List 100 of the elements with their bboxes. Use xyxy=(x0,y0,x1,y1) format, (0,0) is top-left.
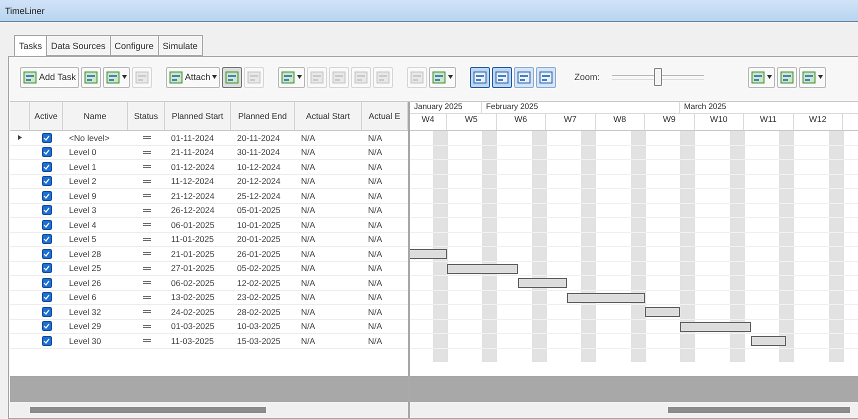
date-cell: 30-11-2024 xyxy=(237,147,280,158)
toolbar-button[interactable] xyxy=(776,66,797,88)
tab[interactable]: Configure xyxy=(110,35,159,56)
status-icon xyxy=(142,194,150,198)
date-cell: 11-01-2025 xyxy=(171,234,214,244)
checkbox[interactable] xyxy=(42,205,52,216)
window-icon xyxy=(539,70,554,84)
column-header[interactable]: Active xyxy=(34,111,58,121)
checkbox[interactable] xyxy=(42,321,52,332)
column-header[interactable]: Status xyxy=(134,111,158,121)
toolbar-button[interactable] xyxy=(80,66,101,88)
checkbox[interactable] xyxy=(42,220,52,230)
caret-icon xyxy=(448,75,454,79)
tab[interactable]: Data Sources xyxy=(46,35,111,56)
checkbox[interactable] xyxy=(42,132,52,143)
checkbox[interactable] xyxy=(42,162,52,172)
checkbox[interactable] xyxy=(42,248,52,259)
date-cell: 11-03-2025 xyxy=(171,336,214,346)
date-cell: 15-03-2025 xyxy=(237,336,280,346)
window-icon xyxy=(134,70,149,84)
date-cell: 13-02-2025 xyxy=(171,292,214,302)
date-cell: 01-12-2024 xyxy=(171,162,214,172)
window-icon xyxy=(517,70,532,84)
table-cell: N/A xyxy=(368,263,382,274)
dropdown-button[interactable] xyxy=(798,66,826,88)
month-label: January 2025 xyxy=(414,102,462,111)
checkbox[interactable] xyxy=(42,263,52,274)
status-icon xyxy=(142,310,150,314)
month-label: March 2025 xyxy=(684,102,726,111)
column-header[interactable]: Planned Start xyxy=(172,111,224,121)
date-cell: 11-12-2024 xyxy=(171,176,214,186)
tab[interactable]: Simulate xyxy=(158,35,203,56)
dropdown-button[interactable] xyxy=(748,66,775,88)
table-cell: N/A xyxy=(301,234,316,244)
task-name: Level 9 xyxy=(69,190,96,201)
status-icon xyxy=(142,266,150,270)
week-label: W11 xyxy=(760,114,777,124)
task-bar[interactable] xyxy=(446,264,518,274)
table-cell: N/A xyxy=(368,306,382,317)
toolbar-button[interactable]: Attach xyxy=(166,66,220,88)
window-icon xyxy=(495,70,510,84)
checkbox[interactable] xyxy=(42,278,52,288)
dropdown-button[interactable] xyxy=(278,66,306,88)
task-bar[interactable] xyxy=(751,336,786,346)
date-cell: 12-02-2025 xyxy=(237,278,280,288)
table-cell: N/A xyxy=(301,336,316,346)
slider-thumb[interactable] xyxy=(654,68,662,86)
scrollbar-thumb[interactable] xyxy=(668,407,850,413)
week-label: W12 xyxy=(809,114,826,124)
table-cell: N/A xyxy=(368,248,382,259)
date-cell: 23-02-2025 xyxy=(237,292,280,302)
view-button[interactable] xyxy=(514,66,534,88)
zoom-slider[interactable] xyxy=(612,68,704,86)
view-button[interactable] xyxy=(536,66,556,88)
window-icon xyxy=(354,70,368,84)
dropdown-button[interactable] xyxy=(102,66,130,88)
toolbar-button[interactable] xyxy=(222,66,242,88)
week-label: W5 xyxy=(464,114,478,124)
task-bar[interactable] xyxy=(680,322,751,332)
checkbox[interactable] xyxy=(42,176,52,186)
checkbox[interactable] xyxy=(42,306,52,317)
column-header[interactable]: Actual E xyxy=(368,111,400,121)
date-cell: 20-12-2024 xyxy=(237,176,280,186)
date-cell: 21-12-2024 xyxy=(171,190,214,201)
task-bar[interactable] xyxy=(518,278,568,288)
column-header[interactable]: Planned End xyxy=(238,111,287,121)
window-icon xyxy=(473,70,488,84)
column-header[interactable]: Actual Start xyxy=(306,111,350,121)
task-name: Level 3 xyxy=(69,205,96,216)
table-cell: N/A xyxy=(368,190,382,201)
date-cell: 06-02-2025 xyxy=(171,278,214,288)
checkbox[interactable] xyxy=(42,234,52,244)
task-bar[interactable] xyxy=(644,307,680,317)
date-cell: 24-02-2025 xyxy=(171,306,214,317)
table-cell: N/A xyxy=(368,321,382,332)
checkbox[interactable] xyxy=(42,292,52,302)
task-bar[interactable] xyxy=(567,292,645,302)
date-cell: 26-01-2025 xyxy=(237,248,280,259)
caret-icon xyxy=(212,75,218,79)
window-icon xyxy=(281,70,296,84)
checkbox[interactable] xyxy=(42,190,52,201)
table-cell: N/A xyxy=(301,248,316,259)
tab[interactable]: Tasks xyxy=(14,35,48,56)
toolbar-button[interactable]: Add Task xyxy=(20,66,79,88)
status-icon xyxy=(142,223,150,226)
table-cell: N/A xyxy=(368,220,382,230)
table-cell: N/A xyxy=(301,292,316,302)
view-button[interactable] xyxy=(492,66,512,88)
checkbox[interactable] xyxy=(42,336,52,346)
view-button[interactable] xyxy=(470,66,490,88)
task-bar[interactable] xyxy=(410,249,447,259)
column-header[interactable]: Name xyxy=(84,111,106,121)
scrollbar-thumb[interactable] xyxy=(30,407,266,413)
date-cell: 06-01-2025 xyxy=(171,220,214,230)
table-cell: N/A xyxy=(368,234,382,244)
table-cell: N/A xyxy=(368,292,382,302)
checkbox[interactable] xyxy=(42,147,52,158)
status-icon xyxy=(142,281,150,284)
window-icon xyxy=(750,70,765,84)
dropdown-button[interactable] xyxy=(429,66,456,88)
